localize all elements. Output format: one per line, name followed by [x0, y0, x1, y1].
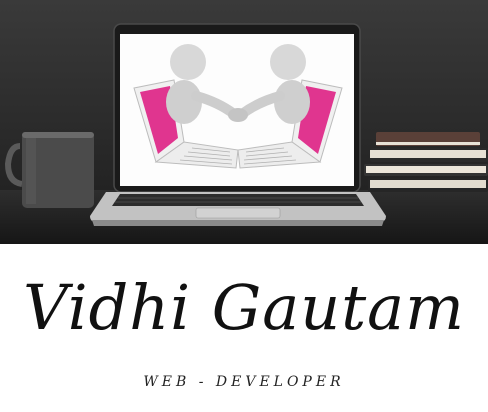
hero-banner [0, 0, 488, 244]
brand-tagline: WEB - DEVELOPER [143, 374, 345, 390]
laptop-icon [90, 23, 386, 226]
coffee-mug-icon [4, 132, 94, 208]
brand-name: Vidhi Gautam [23, 271, 465, 344]
